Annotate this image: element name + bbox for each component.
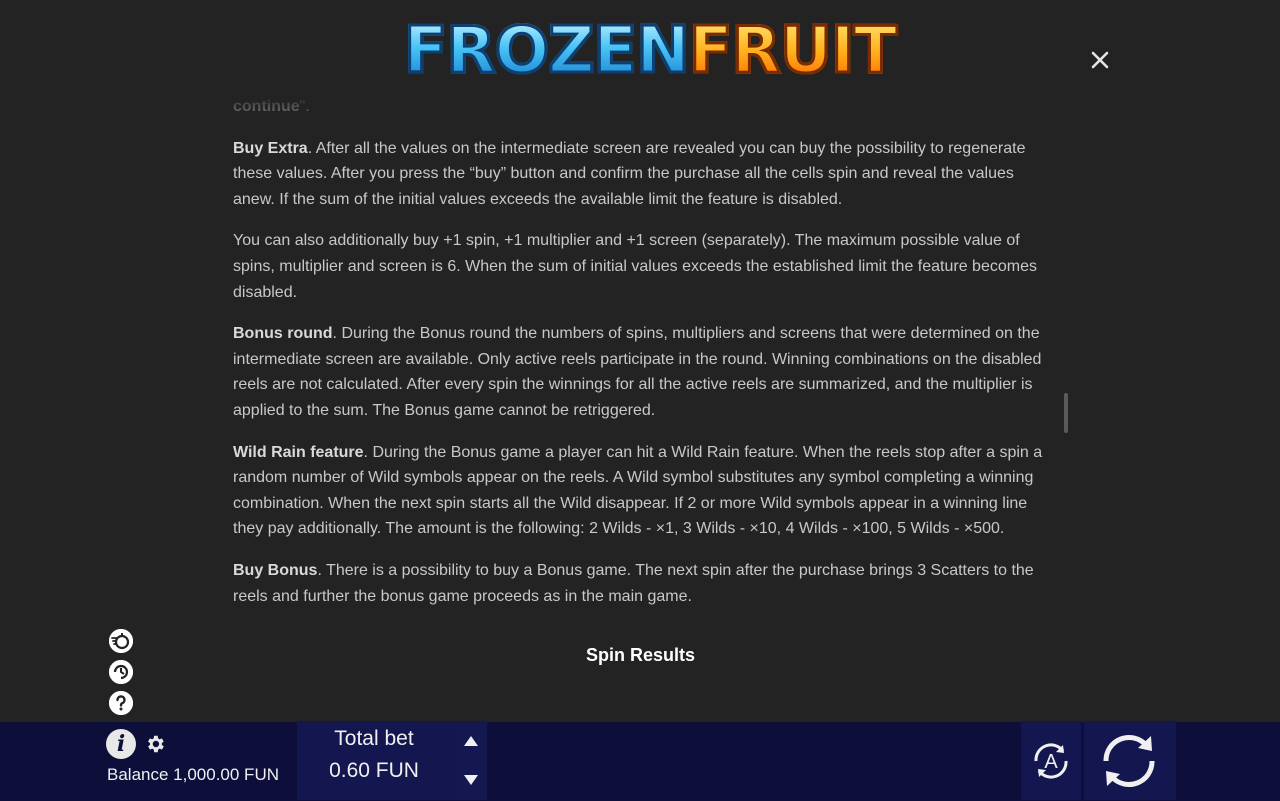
paragraph-text: . During the Bonus round the numbers of …	[233, 325, 1042, 419]
balance-display: Balance 1,000.00 FUN	[107, 765, 279, 784]
autoplay-label: A	[1044, 751, 1058, 773]
section-title-spin-results: Spin Results	[585, 645, 696, 665]
bet-decrease-arrow-icon[interactable]	[461, 770, 481, 790]
logo-fruit: FRUIT	[687, 14, 898, 88]
arrow-up-svg	[464, 736, 478, 746]
info-icon[interactable]: i	[106, 729, 136, 759]
gear-icon-svg	[148, 735, 164, 753]
paragraph-text: . There is a possibility to buy a Bonus …	[233, 561, 1034, 605]
close-icon[interactable]	[1088, 48, 1112, 72]
autoplay-settings-icon-svg	[109, 660, 133, 684]
rules-content[interactable]: continue". Buy Extra. After all the valu…	[233, 94, 1048, 714]
paragraph-bonus-round: Bonus round. During the Bonus round the …	[233, 321, 1048, 423]
paragraph-title: Bonus round	[233, 325, 333, 343]
game-logo: FROZEN FRUIT	[360, 12, 940, 90]
close-icon-svg	[1091, 51, 1109, 69]
paragraph-wild-rain: Wild Rain feature. During the Bonus game…	[233, 440, 1048, 542]
help-icon-svg	[109, 691, 133, 715]
logo-frozen: FROZEN	[402, 14, 691, 88]
spin-button[interactable]	[1094, 726, 1164, 796]
scrollbar-thumb[interactable]	[1064, 393, 1068, 433]
faded-text-line	[233, 692, 1048, 702]
autoplay-settings-icon[interactable]	[109, 660, 133, 684]
help-icon[interactable]	[109, 691, 133, 715]
paragraph-title: Buy Bonus	[233, 561, 318, 579]
paragraph-text: You can also additionally buy +1 spin, +…	[233, 232, 1037, 301]
autoplay-button[interactable]: A	[1028, 738, 1074, 784]
paragraph-buy-extra-additional: You can also additionally buy +1 spin, +…	[233, 228, 1048, 305]
spin-icon	[1103, 735, 1155, 787]
gear-icon[interactable]	[144, 733, 166, 755]
total-bet-value: 0.60 FUN	[329, 759, 419, 782]
bet-increase-arrow-icon[interactable]	[461, 731, 481, 751]
total-bet-label: Total bet	[334, 727, 414, 750]
paragraph-title: Wild Rain feature	[233, 443, 364, 461]
top-fade	[233, 94, 1048, 122]
paragraph-title: Buy Extra	[233, 139, 308, 157]
arrow-down-svg	[464, 775, 478, 785]
paragraph-text: . After all the values on the intermedia…	[233, 139, 1026, 208]
paragraph-buy-bonus: Buy Bonus. There is a possibility to buy…	[233, 558, 1048, 609]
paragraph-buy-extra: Buy Extra. After all the values on the i…	[233, 136, 1048, 213]
fast-spin-icon-svg	[109, 629, 133, 653]
fast-spin-icon[interactable]	[109, 629, 133, 653]
autoplay-icon: A	[1034, 743, 1068, 779]
